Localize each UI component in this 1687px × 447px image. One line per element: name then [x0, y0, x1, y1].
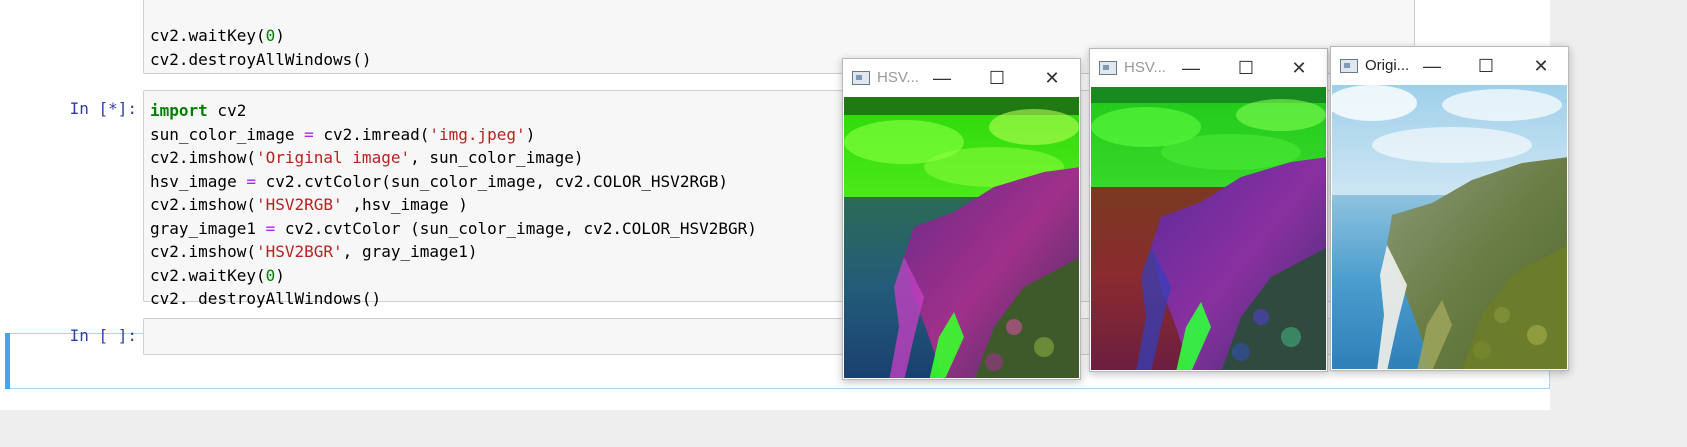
minimize-icon[interactable]: — [927, 66, 957, 90]
code-token: import [150, 101, 208, 120]
desktop: cv2.waitKey(0) cv2.destroyAllWindows() In… [0, 0, 1687, 447]
window-title: HSV... [877, 69, 919, 86]
code-token: cv2.imshow( [150, 148, 256, 167]
image-display-original [1332, 85, 1567, 369]
close-icon[interactable]: ✕ [1037, 66, 1067, 90]
code-line: cv2.waitKey(0) [150, 24, 1408, 48]
code-token: 'img.jpeg' [429, 124, 526, 144]
window-app-icon [1340, 59, 1358, 73]
hsv2bgr-image [1091, 87, 1326, 370]
window-titlebar[interactable]: HSV... — ☐ ✕ [1090, 49, 1327, 87]
minimize-icon[interactable]: — [1417, 54, 1447, 78]
window-app-icon [852, 71, 870, 85]
code-token: cv2.cvtColor(sun_color_image, cv2.COLOR_… [255, 171, 728, 191]
code-token: = [304, 124, 314, 144]
code-token: , gray_image1) [342, 242, 478, 261]
maximize-icon[interactable]: ☐ [982, 66, 1012, 90]
opencv-window-original[interactable]: Origi... — ☐ ✕ [1330, 46, 1569, 371]
code-token: cv2.waitKey( [150, 26, 266, 45]
minimize-icon[interactable]: — [1176, 56, 1206, 80]
code-token: cv2.destroyAllWindows() [150, 49, 372, 69]
code-token: 0 [265, 265, 276, 285]
maximize-icon[interactable]: ☐ [1231, 56, 1261, 80]
cell-prompt: In [ ]: [69, 326, 137, 345]
code-token: cv2.imshow( [150, 242, 256, 261]
maximize-icon[interactable]: ☐ [1471, 54, 1501, 78]
window-app-icon [1099, 61, 1117, 75]
code-token: = [265, 218, 276, 238]
code-token: 'HSV2BGR' [255, 242, 343, 261]
code-token: cv2.cvtColor (sun_color_image, cv2.COLOR… [275, 218, 757, 238]
opencv-window-hsv2rgb[interactable]: HSV... — ☐ ✕ [842, 58, 1081, 380]
window-titlebar[interactable]: Origi... — ☐ ✕ [1331, 47, 1568, 85]
image-display-hsv2bgr [1091, 87, 1326, 370]
code-token: sun_color_image [150, 124, 305, 144]
opencv-window-hsv2bgr[interactable]: HSV... — ☐ ✕ [1089, 48, 1328, 372]
code-token: gray_image1 [150, 218, 266, 238]
image-display-hsv2rgb [844, 97, 1079, 378]
code-token: ) [275, 26, 285, 45]
window-title: Origi... [1365, 57, 1410, 74]
code-token: cv2.imread( [313, 124, 430, 144]
code-token: ,hsv_image ) [342, 195, 468, 214]
close-icon[interactable]: ✕ [1284, 56, 1314, 80]
code-token: 'HSV2RGB' [255, 195, 343, 214]
code-token: hsv_image [150, 171, 247, 191]
code-token: , sun_color_image) [410, 148, 584, 167]
code-token: = [246, 171, 256, 191]
original-image [1332, 85, 1567, 369]
code-token: 'Original image' [255, 148, 411, 167]
window-title: HSV... [1124, 59, 1166, 76]
window-titlebar[interactable]: HSV... — ☐ ✕ [843, 59, 1080, 97]
code-token: cv2.imshow( [150, 195, 256, 214]
cell-prompt: In [*]: [69, 99, 137, 118]
code-token: 0 [265, 26, 276, 45]
code-token: ) [275, 265, 285, 285]
close-icon[interactable]: ✕ [1526, 54, 1556, 78]
code-token: cv2. destroyAllWindows() [150, 289, 382, 308]
code-token: cv2 [207, 101, 247, 120]
code-token: ) [525, 124, 536, 144]
hsv2rgb-image [844, 97, 1079, 378]
code-token: cv2.waitKey( [150, 265, 266, 285]
